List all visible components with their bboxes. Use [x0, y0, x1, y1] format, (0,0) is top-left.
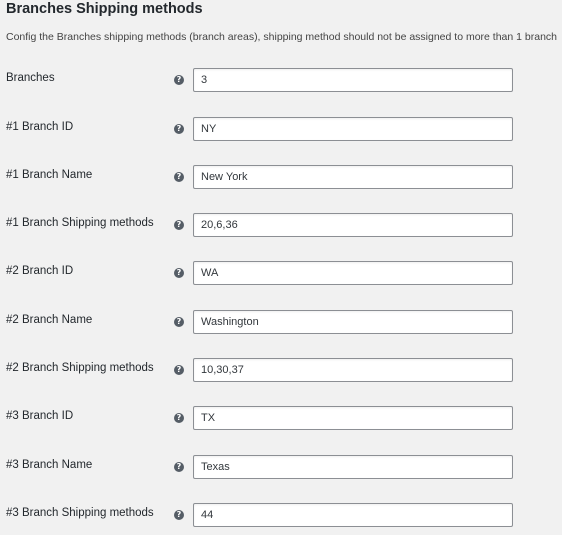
branch-1-name-input[interactable] [193, 165, 513, 189]
branch-3-id-input[interactable] [193, 406, 513, 430]
form-row-branch-2-shipping: #2 Branch Shipping methods ? [0, 358, 562, 382]
field-label: #1 Branch Name [6, 169, 93, 181]
branch-1-shipping-methods-input[interactable] [193, 213, 513, 237]
section-title: Branches Shipping methods [6, 1, 203, 17]
help-icon[interactable]: ? [174, 75, 184, 85]
help-icon[interactable]: ? [174, 462, 184, 472]
branch-3-shipping-methods-input[interactable] [193, 503, 513, 527]
help-icon[interactable]: ? [174, 124, 184, 134]
help-icon[interactable]: ? [174, 365, 184, 375]
branch-2-id-input[interactable] [193, 261, 513, 285]
field-label: #2 Branch Name [6, 314, 93, 326]
field-label: #1 Branch Shipping methods [6, 217, 154, 229]
branch-2-shipping-methods-input[interactable] [193, 358, 513, 382]
field-label: Branches [6, 72, 55, 84]
branch-2-name-input[interactable] [193, 310, 513, 334]
help-icon[interactable]: ? [174, 413, 184, 423]
field-label: #2 Branch ID [6, 265, 74, 277]
form-row-branch-3-id: #3 Branch ID ? [0, 406, 562, 430]
section-description: Config the Branches shipping methods (br… [6, 31, 558, 43]
branch-1-id-input[interactable] [193, 117, 513, 141]
help-icon[interactable]: ? [174, 510, 184, 520]
settings-page: Branches Shipping methods Config the Bra… [0, 0, 562, 535]
field-label: #1 Branch ID [6, 121, 74, 133]
form-row-branch-2-name: #2 Branch Name ? [0, 310, 562, 334]
field-label: #2 Branch Shipping methods [6, 362, 154, 374]
field-label: #3 Branch Shipping methods [6, 507, 154, 519]
branch-3-name-input[interactable] [193, 455, 513, 479]
form-row-branch-2-id: #2 Branch ID ? [0, 261, 562, 285]
field-label: #3 Branch Name [6, 459, 93, 471]
field-label: #3 Branch ID [6, 410, 74, 422]
branches-count-input[interactable] [193, 68, 513, 92]
help-icon[interactable]: ? [174, 220, 184, 230]
help-icon[interactable]: ? [174, 317, 184, 327]
form-row-branches: Branches ? [0, 68, 562, 92]
help-icon[interactable]: ? [174, 268, 184, 278]
form-row-branch-3-name: #3 Branch Name ? [0, 455, 562, 479]
form-row-branch-1-shipping: #1 Branch Shipping methods ? [0, 213, 562, 237]
form-row-branch-3-shipping: #3 Branch Shipping methods ? [0, 503, 562, 527]
form-row-branch-1-name: #1 Branch Name ? [0, 165, 562, 189]
form-row-branch-1-id: #1 Branch ID ? [0, 117, 562, 141]
help-icon[interactable]: ? [174, 172, 184, 182]
